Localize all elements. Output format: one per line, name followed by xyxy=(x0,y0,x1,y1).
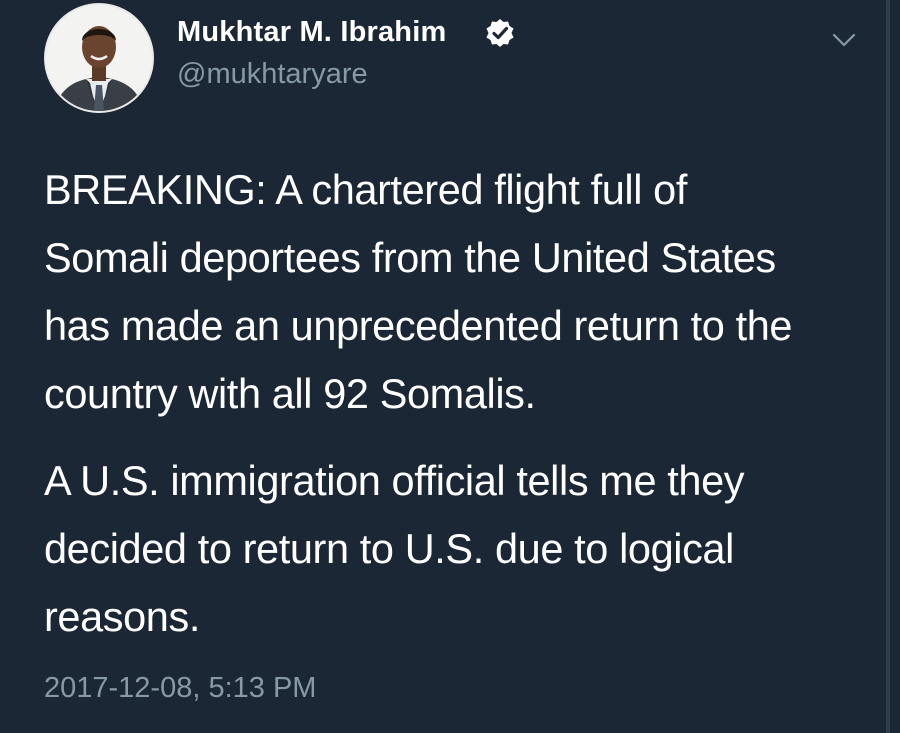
chevron-down-icon[interactable] xyxy=(826,22,862,58)
tweet-text-paragraph-1: BREAKING: A chartered flight full of Som… xyxy=(44,156,874,428)
tweet-text-line: A U.S. immigration official tells me the… xyxy=(44,457,745,504)
tweet-text-line: Somali deportees from the United States xyxy=(44,234,776,281)
tweet-text-line: country with all 92 Somalis. xyxy=(44,370,536,417)
tweet-text-line: has made an unprecedented return to the xyxy=(44,302,793,349)
author-handle[interactable]: @mukhtaryare xyxy=(177,58,368,91)
scrollbar[interactable] xyxy=(886,0,890,733)
tweet-text-line: reasons. xyxy=(44,593,200,640)
tweet-text-line: BREAKING: A chartered flight full of xyxy=(44,166,687,213)
avatar-photo-icon xyxy=(46,5,152,111)
tweet-timestamp[interactable]: 2017-12-08, 5:13 PM xyxy=(44,672,316,705)
verified-badge-icon xyxy=(486,19,514,47)
author-display-name[interactable]: Mukhtar M. Ibrahim xyxy=(177,16,446,49)
avatar[interactable] xyxy=(44,3,154,113)
tweet-text-paragraph-2: A U.S. immigration official tells me the… xyxy=(44,447,874,651)
tweet-text-line: decided to return to U.S. due to logical xyxy=(44,525,734,572)
tweet-card: Mukhtar M. Ibrahim @mukhtaryare BREAKING… xyxy=(0,0,900,733)
